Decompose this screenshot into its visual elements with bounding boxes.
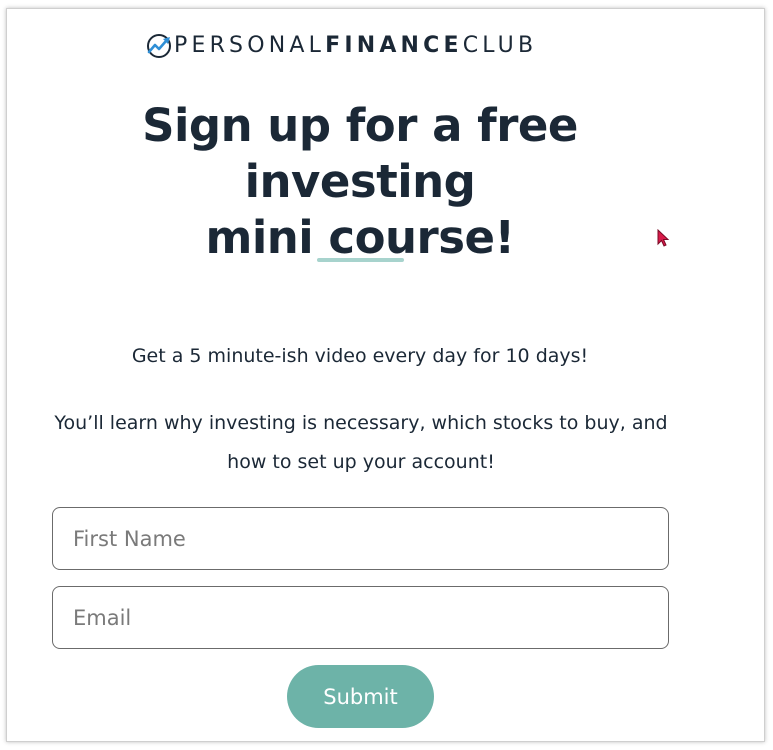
headline-divider: [317, 258, 404, 262]
submit-button[interactable]: Submit: [287, 665, 434, 728]
email-field[interactable]: [52, 586, 669, 649]
headline-line-1: Sign up for a free investing: [142, 99, 578, 208]
logo-word-club: CLUB: [462, 33, 538, 58]
site-logo[interactable]: PERSONALFINANCECLUB: [146, 32, 537, 60]
first-name-input[interactable]: [53, 508, 668, 569]
intro-text: Get a 5 minute-ish video every day for 1…: [131, 345, 589, 367]
email-input[interactable]: [53, 587, 668, 648]
description-text: You’ll learn why investing is necessary,…: [54, 412, 668, 473]
first-name-field[interactable]: [52, 507, 669, 570]
logo-word-personal: PERSONAL: [174, 33, 326, 58]
mouse-pointer-icon: [657, 229, 670, 247]
headline-line-2: mini course!: [205, 211, 515, 264]
logo-word-finance: FINANCE: [325, 33, 463, 58]
page-headline: Sign up for a free investing mini course…: [40, 98, 680, 266]
logo-wordmark: PERSONALFINANCECLUB: [174, 32, 537, 60]
chart-arrow-logo-icon: [147, 34, 171, 58]
